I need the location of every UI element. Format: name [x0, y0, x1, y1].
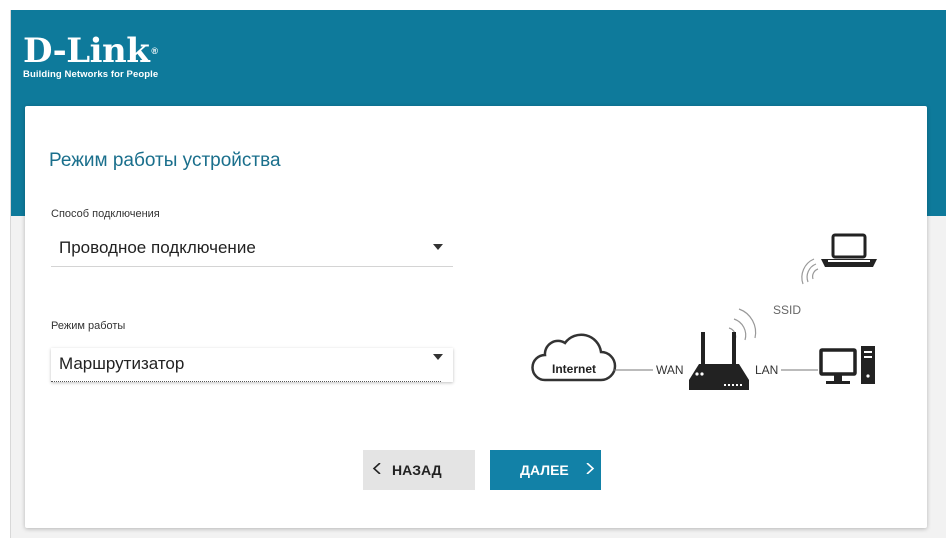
- desktop-pc-icon: [819, 346, 875, 384]
- wan-label: WAN: [656, 363, 684, 377]
- wizard-card: Режим работы устройства Способ подключен…: [25, 106, 927, 528]
- lan-label: LAN: [755, 363, 778, 377]
- ssid-label: SSID: [773, 303, 801, 317]
- logo-text: D-Link: [23, 31, 150, 71]
- registered-mark: ®: [151, 46, 158, 56]
- back-button-label: НАЗАД: [392, 462, 442, 478]
- logo-tagline: Building Networks for People: [23, 69, 159, 80]
- operation-mode-value: Маршрутизатор: [59, 354, 185, 373]
- wifi-waves-laptop-icon: [801, 258, 819, 285]
- connection-type-value: Проводное подключение: [59, 238, 256, 257]
- internet-label: Internet: [552, 362, 596, 376]
- network-diagram: SSID Internet WAN LAN: [531, 233, 877, 390]
- next-button-label: ДАЛЕЕ: [520, 462, 569, 478]
- next-button[interactable]: ДАЛЕЕ: [490, 450, 601, 490]
- operation-mode-select[interactable]: Маршрутизатор: [51, 348, 453, 382]
- dlink-logo: D-Link ® Building Networks for People: [23, 34, 158, 80]
- page-title: Режим работы устройства: [49, 150, 281, 171]
- page-frame: D-Link ® Building Networks for People Реж…: [10, 10, 946, 538]
- focus-outline: [51, 381, 441, 382]
- chevron-down-icon: [433, 244, 443, 250]
- connection-type-select[interactable]: Проводное подключение: [51, 230, 453, 267]
- connection-type-label: Способ подключения: [51, 208, 160, 220]
- chevron-down-icon: [433, 354, 443, 360]
- back-button[interactable]: НАЗАД: [363, 450, 475, 490]
- router-icon: [689, 332, 749, 390]
- laptop-icon: [821, 233, 877, 267]
- operation-mode-label: Режим работы: [51, 320, 126, 332]
- chevron-right-icon: [586, 463, 595, 474]
- chevron-left-icon: [372, 463, 381, 474]
- cloud-icon: Internet: [531, 333, 617, 382]
